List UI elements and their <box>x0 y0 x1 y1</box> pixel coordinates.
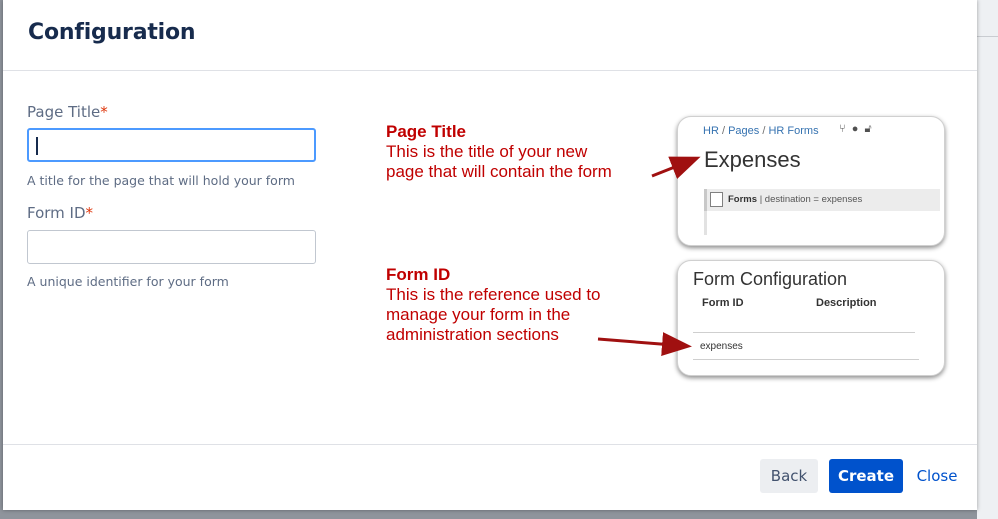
arrow-to-heading <box>651 156 701 179</box>
create-button[interactable]: Create <box>829 459 903 493</box>
configuration-dialog: Configuration Page Title* A title for th… <box>3 0 977 510</box>
back-button[interactable]: Back <box>760 459 818 493</box>
dialog-footer: Back Create Close <box>3 444 977 511</box>
annotation-arrows <box>597 156 701 357</box>
close-button[interactable]: Close <box>909 459 965 493</box>
backdrop-page <box>977 0 998 519</box>
arrow-to-form-id <box>597 332 692 357</box>
